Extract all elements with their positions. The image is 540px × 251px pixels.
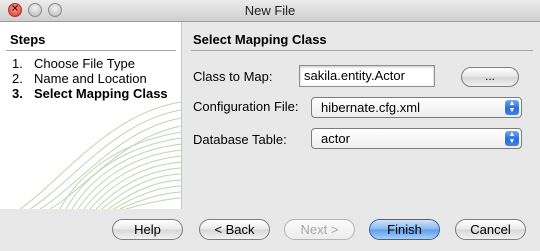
wizard-decoration-graphic [19,101,181,209]
content-divider [191,50,533,51]
close-window-icon[interactable] [8,1,22,17]
class-to-map-label: Class to Map: [193,69,273,84]
window-controls [8,1,62,17]
next-button[interactable]: Next > [284,219,355,240]
finish-button[interactable]: Finish [369,219,440,240]
database-table-select[interactable]: actor ▲ ▼ [311,128,522,149]
mapping-class-form: Select Mapping Class Class to Map: sakil… [183,22,540,209]
browse-class-button[interactable]: ... [461,67,519,87]
page-title: Select Mapping Class [193,32,327,47]
back-button[interactable]: < Back [199,219,270,240]
class-to-map-field[interactable]: sakila.entity.Actor [299,65,435,87]
steps-divider [6,50,176,51]
help-button[interactable]: Help [112,219,183,240]
wizard-button-bar: Help < Back Next > Finish Cancel [0,209,540,251]
step-item-choose-file-type: 1. Choose File Type [12,56,135,71]
window-title: New File [244,3,296,18]
configuration-file-label: Configuration File: [193,99,299,114]
steps-title: Steps [10,32,46,47]
configuration-file-select[interactable]: hibernate.cfg.xml ▲ ▼ [311,97,522,118]
zoom-window-icon[interactable] [48,3,62,17]
cancel-button[interactable]: Cancel [455,219,526,240]
minimize-window-icon[interactable] [28,3,42,17]
steps-panel: Steps 1. Choose File Type 2. Name and Loca… [0,22,182,209]
updown-arrows-icon: ▲ ▼ [505,100,519,115]
updown-arrows-icon: ▲ ▼ [505,131,519,146]
database-table-value: actor [321,131,350,146]
configuration-file-value: hibernate.cfg.xml [321,100,420,115]
database-table-label: Database Table: [193,132,287,147]
window-title-bar: New File [0,0,540,22]
